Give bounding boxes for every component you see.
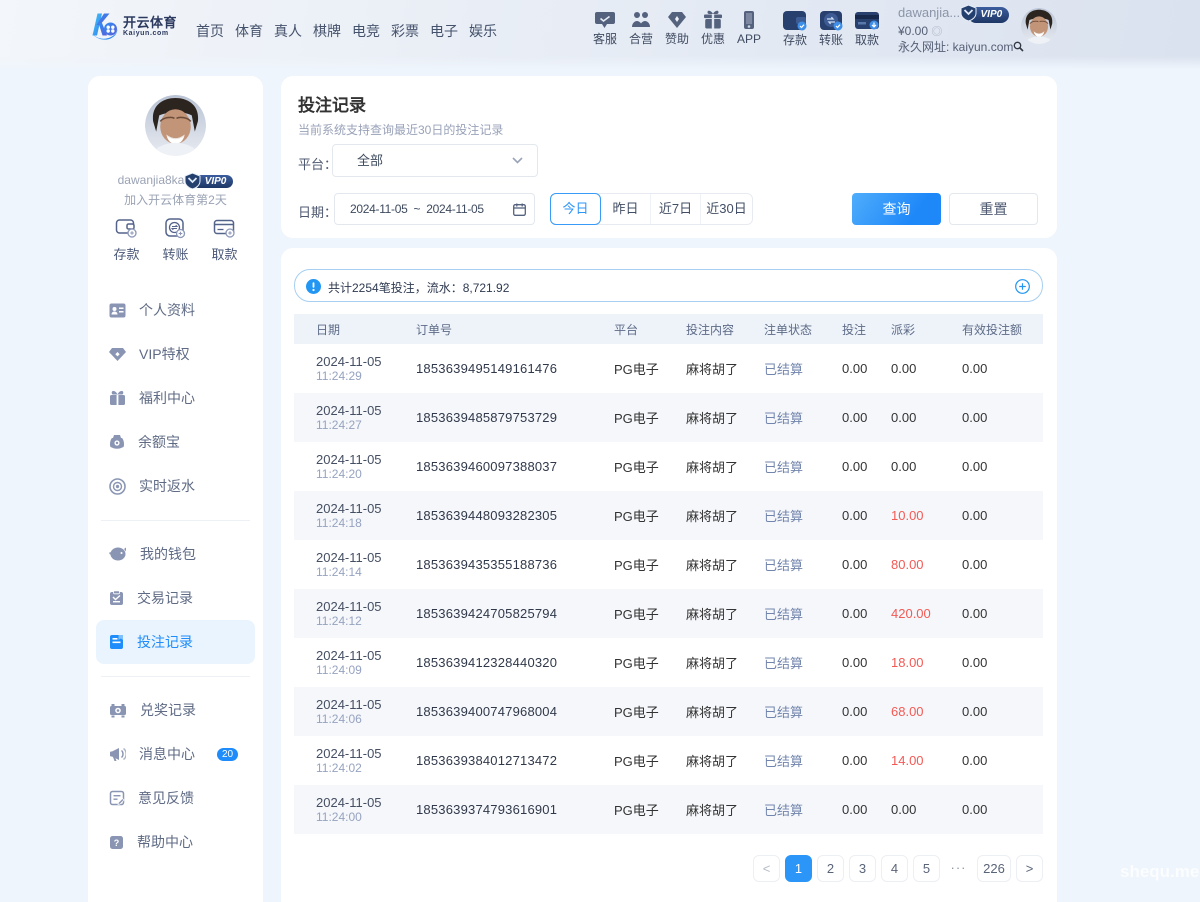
svg-text:?: ?: [114, 838, 120, 848]
